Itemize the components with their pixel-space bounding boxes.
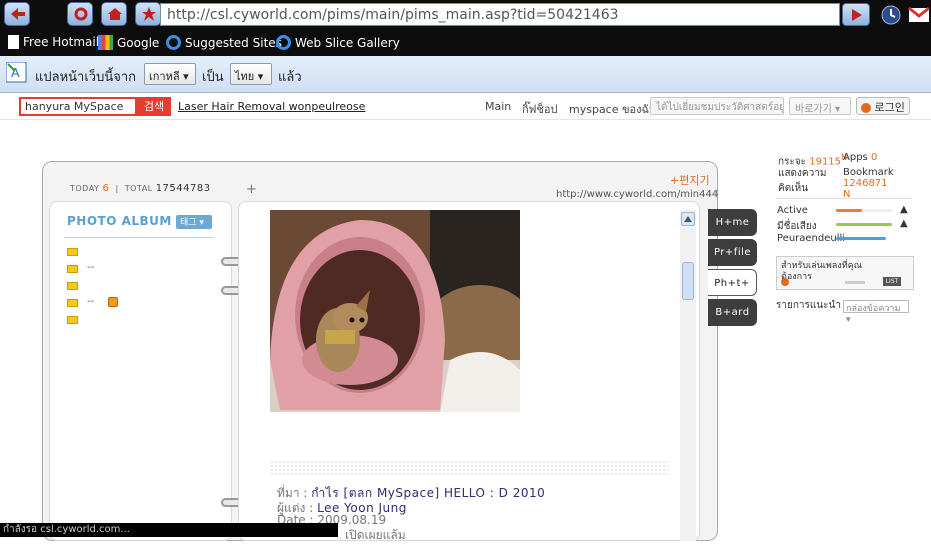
friends-bar xyxy=(836,237,886,240)
home-url[interactable]: http://www.cyworld.com/min444 xyxy=(556,189,718,200)
music-text: สำหรับเล่นเพลงที่คุณต้องการ xyxy=(781,261,862,282)
fav-suggested-sites[interactable]: Suggested Sites xyxy=(166,35,282,50)
back-button[interactable] xyxy=(4,2,30,26)
play-arrow-icon xyxy=(852,9,862,21)
folder-label[interactable]: -- xyxy=(87,296,94,307)
nav-main[interactable]: Main xyxy=(485,100,511,113)
folder-label[interactable]: -- xyxy=(87,262,94,273)
folder-icon[interactable] xyxy=(67,299,78,307)
content-scrollbar[interactable] xyxy=(680,210,696,541)
page-icon xyxy=(8,35,19,49)
address-bar[interactable]: http://csl.cyworld.com/pims/main/pims_ma… xyxy=(160,3,840,26)
up-arrow-icon: ▲ xyxy=(900,204,908,215)
browser-toolbar: http://csl.cyworld.com/pims/main/pims_ma… xyxy=(0,0,931,30)
go-button[interactable] xyxy=(842,3,870,26)
new-badge-icon xyxy=(108,297,118,307)
ad-link[interactable]: Laser Hair Removal wonpeulreose xyxy=(178,100,365,113)
search-input[interactable]: hanyura MySpace xyxy=(19,97,137,116)
recommend-label: รายการแนะนำ xyxy=(776,300,841,311)
nav-giftshop[interactable]: กิ๊ฟช็อป xyxy=(522,100,558,118)
home-button[interactable] xyxy=(101,2,127,26)
play-icon[interactable] xyxy=(781,278,789,286)
translate-middle: เป็น xyxy=(202,70,224,85)
cyworld-topbar: hanyura MySpace 검색 Laser Hair Removal wo… xyxy=(0,93,931,120)
star-icon xyxy=(142,7,156,21)
folder-icon[interactable] xyxy=(67,316,78,324)
source-language-select[interactable]: เกาหลี ▾ xyxy=(144,63,196,85)
music-player[interactable]: สำหรับเล่นเพลงที่คุณต้องการ LIST xyxy=(776,256,914,290)
fav-web-slice-gallery[interactable]: Web Slice Gallery xyxy=(276,35,400,50)
tag-button[interactable]: 태그 ▾ xyxy=(176,215,212,229)
up-arrow-icon: ▲ xyxy=(900,218,908,229)
nav-myspace[interactable]: myspace ของฉัน xyxy=(569,100,657,118)
translate-bar: A แปลหน้าเว็บนี้จาก เกาหลี ▾ เป็น ไทย ▾ … xyxy=(0,56,931,93)
translate-suffix: แล้ว xyxy=(278,70,302,85)
fav-google[interactable]: Google xyxy=(98,35,159,50)
login-button[interactable]: 로그인 xyxy=(856,97,910,115)
back-arrow-icon xyxy=(11,8,25,20)
folder-icon[interactable] xyxy=(67,282,78,290)
gmail-icon[interactable] xyxy=(908,4,930,26)
login-icon xyxy=(861,103,871,113)
visitor-counter: TODAY 6 | TOTAL 17544783 xyxy=(70,183,211,194)
stat-fame-label: มีชื่อเสียง xyxy=(777,221,817,232)
scroll-up-icon[interactable] xyxy=(681,212,695,226)
ie-icon xyxy=(276,35,291,50)
favorites-bar: Free Hotmail Google Suggested Sites Web … xyxy=(0,30,931,56)
stat-friends-label: Peuraendeulli xyxy=(777,233,846,244)
history-clock-icon[interactable] xyxy=(880,4,902,26)
album-divider xyxy=(64,237,214,238)
folder-icon[interactable] xyxy=(67,248,78,256)
dotted-divider xyxy=(270,460,668,476)
album-photo[interactable] xyxy=(270,210,520,412)
history-dropdown[interactable]: ได้ไปเยี่ยมชมประวัติศาสตร์อยู่ xyxy=(650,97,784,115)
shortcut-dropdown[interactable]: 바로가기 ▾ xyxy=(789,97,851,115)
album-title: PHOTO ALBUM xyxy=(67,214,172,228)
volume-slider[interactable] xyxy=(845,281,865,284)
active-bar xyxy=(836,209,862,212)
folder-icon[interactable] xyxy=(67,265,78,273)
tab-photo[interactable]: Ph+t+ xyxy=(708,269,757,296)
post-visibility: เปิดเผยแล้ม xyxy=(345,528,406,542)
recommend-select[interactable]: กล่องข้อความ ▾ xyxy=(843,300,909,325)
tab-home[interactable]: H+me xyxy=(708,209,757,236)
home-icon xyxy=(108,8,122,20)
search-button[interactable]: 검색 xyxy=(137,97,171,116)
target-language-select[interactable]: ไทย ▾ xyxy=(230,63,272,85)
status-bar: กำลังรอ csl.cyworld.com... xyxy=(0,523,338,537)
google-icon xyxy=(98,35,113,50)
favorites-button[interactable] xyxy=(135,2,161,26)
ie-icon xyxy=(166,35,181,50)
sidebar-divider xyxy=(776,198,912,199)
refresh-icon xyxy=(74,7,88,21)
edit-link[interactable]: +편지기 xyxy=(670,172,710,188)
apps-stat[interactable]: Apps 0 xyxy=(843,152,877,163)
comments-stat[interactable]: แสดงความคิดเห็น xyxy=(778,166,838,196)
list-button[interactable]: LIST xyxy=(883,277,901,286)
add-icon[interactable]: + xyxy=(246,182,257,197)
translate-icon: A xyxy=(6,62,27,83)
scrollbar-thumb[interactable] xyxy=(682,262,694,300)
fame-bar xyxy=(836,223,892,226)
refresh-button[interactable] xyxy=(67,2,93,26)
stat-active-label: Active xyxy=(777,205,808,216)
bookmark-stat[interactable]: Bookmark 1246871 N xyxy=(843,167,931,200)
translate-prefix: แปลหน้าเว็บนี้จาก xyxy=(35,70,137,85)
tab-profile[interactable]: Pr+file xyxy=(708,239,757,266)
fav-free-hotmail[interactable]: Free Hotmail xyxy=(8,35,99,49)
tab-board[interactable]: B+ard xyxy=(708,299,757,326)
